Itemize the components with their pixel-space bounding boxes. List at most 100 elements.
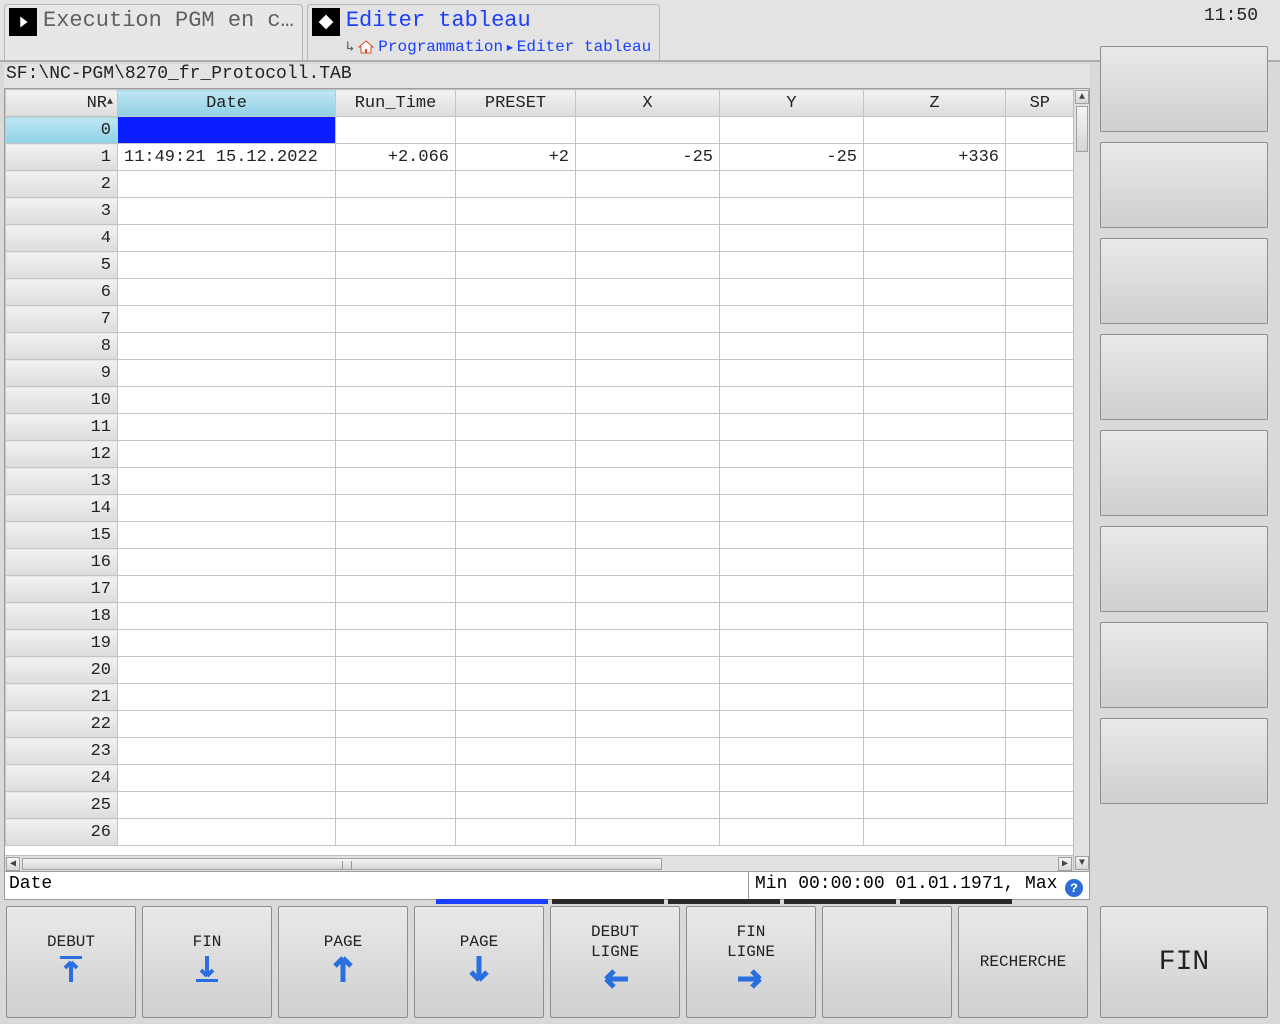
cell-z[interactable] bbox=[864, 711, 1006, 738]
table-row[interactable]: 11 bbox=[6, 414, 1078, 441]
cell-x[interactable] bbox=[576, 279, 720, 306]
table-row[interactable]: 20 bbox=[6, 657, 1078, 684]
cell-z[interactable] bbox=[864, 117, 1006, 144]
table-row[interactable]: 3 bbox=[6, 198, 1078, 225]
cell-y[interactable] bbox=[720, 360, 864, 387]
cell-z[interactable] bbox=[864, 657, 1006, 684]
col-header-y[interactable]: Y bbox=[720, 90, 864, 117]
col-header-x[interactable]: X bbox=[576, 90, 720, 117]
cell-z[interactable] bbox=[864, 198, 1006, 225]
cell-spa[interactable] bbox=[1006, 819, 1078, 846]
cell-run_time[interactable] bbox=[336, 225, 456, 252]
cell-run_time[interactable] bbox=[336, 576, 456, 603]
cell-date[interactable] bbox=[118, 603, 336, 630]
table-row[interactable]: 19 bbox=[6, 630, 1078, 657]
table-row[interactable]: 8 bbox=[6, 333, 1078, 360]
scroll-left-icon[interactable]: ◀ bbox=[6, 857, 20, 871]
cell-z[interactable] bbox=[864, 576, 1006, 603]
cell-z[interactable] bbox=[864, 468, 1006, 495]
cell-run_time[interactable] bbox=[336, 792, 456, 819]
table-row[interactable]: 13 bbox=[6, 468, 1078, 495]
cell-date[interactable] bbox=[118, 117, 336, 144]
cell-spa[interactable] bbox=[1006, 468, 1078, 495]
cell-nr[interactable]: 22 bbox=[6, 711, 118, 738]
cell-y[interactable] bbox=[720, 738, 864, 765]
cell-nr[interactable]: 11 bbox=[6, 414, 118, 441]
cell-run_time[interactable] bbox=[336, 117, 456, 144]
cell-y[interactable] bbox=[720, 711, 864, 738]
cell-y[interactable] bbox=[720, 468, 864, 495]
scroll-down-icon[interactable]: ▼ bbox=[1075, 856, 1089, 870]
cell-x[interactable] bbox=[576, 387, 720, 414]
cell-x[interactable] bbox=[576, 549, 720, 576]
cell-preset[interactable] bbox=[456, 306, 576, 333]
cell-run_time[interactable] bbox=[336, 171, 456, 198]
cell-preset[interactable] bbox=[456, 765, 576, 792]
hardkey-4[interactable] bbox=[1100, 334, 1268, 420]
cell-run_time[interactable] bbox=[336, 495, 456, 522]
cell-y[interactable] bbox=[720, 819, 864, 846]
cell-preset[interactable] bbox=[456, 630, 576, 657]
cell-run_time[interactable] bbox=[336, 603, 456, 630]
cell-date[interactable] bbox=[118, 333, 336, 360]
cell-x[interactable] bbox=[576, 630, 720, 657]
cell-y[interactable] bbox=[720, 171, 864, 198]
cell-spa[interactable] bbox=[1006, 360, 1078, 387]
cell-spa[interactable] bbox=[1006, 630, 1078, 657]
table-row[interactable]: 2 bbox=[6, 171, 1078, 198]
hardkey-6[interactable] bbox=[1100, 526, 1268, 612]
softkey-debut-ligne[interactable]: DEBUTLIGNE bbox=[550, 906, 680, 1018]
cell-nr[interactable]: 4 bbox=[6, 225, 118, 252]
softkey-page-1[interactable] bbox=[552, 899, 664, 904]
cell-z[interactable] bbox=[864, 252, 1006, 279]
table-row[interactable]: 14 bbox=[6, 495, 1078, 522]
cell-z[interactable] bbox=[864, 441, 1006, 468]
table-row[interactable]: 25 bbox=[6, 792, 1078, 819]
softkey-page-4[interactable] bbox=[900, 899, 1012, 904]
cell-nr[interactable]: 20 bbox=[6, 657, 118, 684]
scroll-up-icon[interactable]: ▲ bbox=[1075, 90, 1089, 104]
cell-spa[interactable] bbox=[1006, 198, 1078, 225]
cell-spa[interactable] bbox=[1006, 495, 1078, 522]
cell-preset[interactable] bbox=[456, 576, 576, 603]
cell-run_time[interactable] bbox=[336, 414, 456, 441]
cell-spa[interactable] bbox=[1006, 117, 1078, 144]
cell-y[interactable] bbox=[720, 576, 864, 603]
cell-run_time[interactable] bbox=[336, 360, 456, 387]
cell-nr[interactable]: 25 bbox=[6, 792, 118, 819]
softkey-page-3[interactable] bbox=[784, 899, 896, 904]
hardkey-fin[interactable]: FIN bbox=[1100, 906, 1268, 1018]
cell-x[interactable] bbox=[576, 333, 720, 360]
cell-date[interactable] bbox=[118, 765, 336, 792]
table-row[interactable]: 16 bbox=[6, 549, 1078, 576]
cell-run_time[interactable] bbox=[336, 468, 456, 495]
cell-preset[interactable] bbox=[456, 792, 576, 819]
cell-x[interactable] bbox=[576, 360, 720, 387]
cell-y[interactable] bbox=[720, 279, 864, 306]
cell-nr[interactable]: 1 bbox=[6, 144, 118, 171]
cell-y[interactable] bbox=[720, 414, 864, 441]
cell-run_time[interactable] bbox=[336, 549, 456, 576]
col-header-run_time[interactable]: Run_Time bbox=[336, 90, 456, 117]
cell-spa[interactable] bbox=[1006, 225, 1078, 252]
cell-z[interactable] bbox=[864, 738, 1006, 765]
cell-preset[interactable] bbox=[456, 387, 576, 414]
softkey-fin[interactable]: FIN bbox=[142, 906, 272, 1018]
cell-nr[interactable]: 5 bbox=[6, 252, 118, 279]
breadcrumb-seg-0[interactable]: Programmation bbox=[378, 38, 503, 56]
cell-run_time[interactable] bbox=[336, 630, 456, 657]
cell-x[interactable] bbox=[576, 603, 720, 630]
cell-z[interactable] bbox=[864, 360, 1006, 387]
cell-z[interactable] bbox=[864, 171, 1006, 198]
cell-nr[interactable]: 24 bbox=[6, 765, 118, 792]
scroll-thumb-vertical[interactable] bbox=[1076, 106, 1088, 152]
cell-date[interactable] bbox=[118, 522, 336, 549]
cell-x[interactable] bbox=[576, 684, 720, 711]
cell-y[interactable] bbox=[720, 441, 864, 468]
cell-date[interactable] bbox=[118, 549, 336, 576]
table-row[interactable]: 17 bbox=[6, 576, 1078, 603]
cell-nr[interactable]: 12 bbox=[6, 441, 118, 468]
cell-date[interactable] bbox=[118, 630, 336, 657]
cell-preset[interactable] bbox=[456, 225, 576, 252]
cell-preset[interactable] bbox=[456, 657, 576, 684]
